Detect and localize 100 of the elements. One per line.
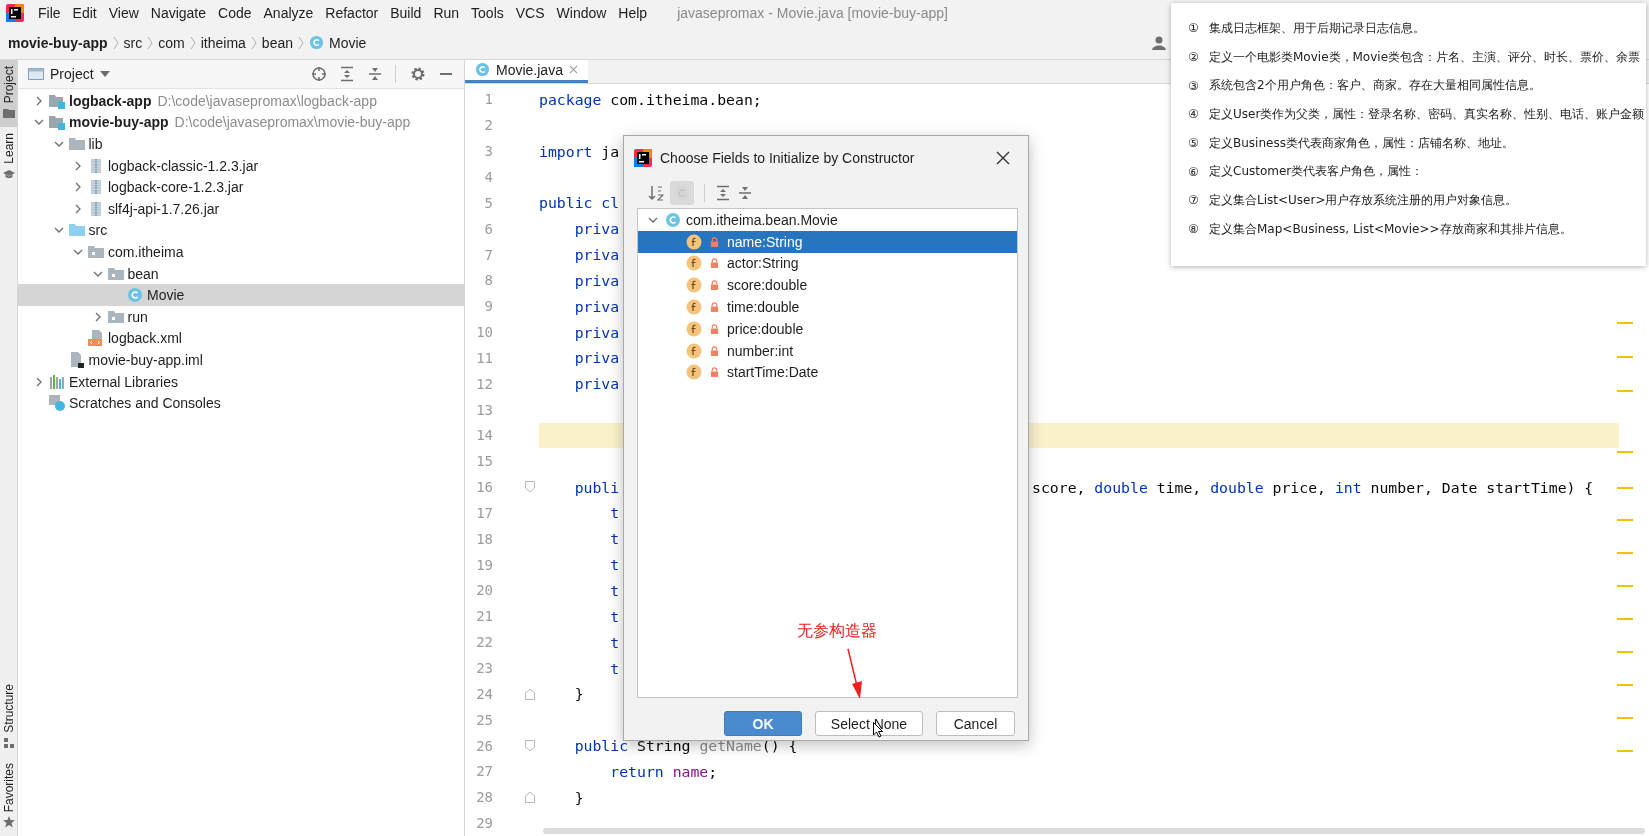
menu-item[interactable]: Run (427, 5, 466, 21)
close-icon[interactable] (996, 151, 1010, 165)
menu-item[interactable]: Build (384, 5, 428, 21)
code-text: priva (573, 375, 620, 393)
lock-icon (710, 323, 719, 334)
tool-window-tab[interactable]: Structure (0, 677, 17, 757)
jar-icon (88, 179, 104, 196)
expand-all-icon[interactable] (715, 185, 731, 201)
tree-item[interactable]: bean (18, 262, 464, 285)
dialog-button[interactable]: Select None (815, 711, 923, 736)
tree-item[interactable]: movie-buy-app D:\code\javasepromax\movie-buy-app (18, 111, 464, 134)
tree-item-label: startTime:Date (727, 364, 819, 381)
breadcrumb-item[interactable]: com (158, 34, 185, 51)
menu-item[interactable]: Navigate (144, 5, 213, 21)
menu-item[interactable]: Help (612, 5, 654, 21)
tree-item[interactable]: actor:String (638, 252, 1017, 275)
tree-item[interactable]: Scratches and Consoles (18, 392, 464, 414)
menu-item[interactable]: Code (212, 5, 258, 21)
lock-icon (710, 280, 719, 291)
menu-item[interactable]: Analyze (257, 5, 320, 21)
menu-item[interactable]: VCS (509, 5, 551, 21)
line-number: 27 (475, 763, 493, 780)
breadcrumb-item[interactable]: movie-buy-app (8, 34, 108, 51)
tree-item[interactable]: com.itheima (18, 241, 464, 263)
line-number: 15 (475, 453, 493, 470)
window-title: javasepromax - Movie.java [movie-buy-app] (677, 5, 948, 21)
code-text: priva (573, 271, 620, 289)
panel-title[interactable]: Project (50, 66, 94, 82)
tree-item[interactable]: run (18, 305, 464, 328)
breadcrumb-item[interactable]: itheima (200, 34, 246, 51)
tree-item[interactable]: slf4j-api-1.7.26.jar (18, 197, 464, 220)
tree-item-label: number:int (727, 342, 794, 359)
dropdown-icon[interactable] (99, 71, 110, 77)
tree-item[interactable]: External Libraries (18, 370, 464, 393)
module-folder-icon (49, 92, 65, 109)
tree-item[interactable]: logback-core-1.2.3.jar (18, 176, 464, 198)
tree-item[interactable]: number:int (638, 339, 1017, 362)
dialog-button[interactable]: OK (724, 711, 802, 736)
crosshair-icon[interactable] (311, 66, 327, 82)
class-filter-toggle[interactable] (670, 181, 694, 205)
menu-item[interactable]: File (32, 5, 67, 21)
tree-item-label: actor:String (727, 255, 799, 272)
tree-item[interactable]: com.itheima.bean.Movie (638, 209, 1017, 231)
scrollbar[interactable] (543, 828, 1645, 834)
breadcrumb-item[interactable]: src (123, 34, 143, 51)
tree-item[interactable]: logback-classic-1.2.3.jar (18, 154, 464, 177)
tree-item[interactable]: Movie (18, 284, 464, 306)
tree-item[interactable]: logback.xml (18, 327, 464, 350)
menu-item[interactable]: View (102, 5, 145, 21)
fold-marker-icon[interactable] (525, 481, 535, 494)
tool-window-tab[interactable]: Favorites (0, 756, 17, 836)
fold-marker-icon[interactable] (525, 687, 535, 700)
line-number: 5 (483, 194, 493, 211)
menu-item[interactable]: Window (550, 5, 613, 21)
tree-item[interactable]: src (18, 219, 464, 242)
tree-item[interactable]: startTime:Date (638, 361, 1017, 384)
line-number: 10 (475, 324, 493, 341)
note-text: 集成日志框架、用于后期记录日志信息。 (1209, 19, 1425, 37)
collapse-all-icon[interactable] (737, 185, 753, 201)
line-number: 12 (475, 375, 493, 392)
fold-marker-icon[interactable] (525, 791, 535, 804)
menu-item[interactable]: Edit (66, 5, 103, 21)
tool-window-tab[interactable]: Learn (0, 127, 17, 189)
note-text: 系统包含2个用户角色：客户、商家。存在大量相同属性信息。 (1209, 77, 1541, 95)
tree-item[interactable]: movie-buy-app.iml (18, 349, 464, 371)
tool-window-tab[interactable]: Project (0, 60, 17, 128)
menu-item[interactable]: Refactor (319, 5, 385, 21)
note-text: 定义集合Map<Business, List<Movie>>存放商家和其排片信息。 (1209, 220, 1572, 238)
class-icon (665, 211, 681, 228)
field-icon (686, 342, 702, 359)
settings-icon[interactable] (410, 66, 426, 82)
breadcrumb-item[interactable]: bean (261, 34, 293, 51)
tree-item-label: slf4j-api-1.7.26.jar (108, 200, 220, 217)
tree-item[interactable]: price:double (638, 318, 1017, 340)
expand-all-icon[interactable] (339, 66, 355, 82)
code-text: package com.itheima.bean; (539, 90, 762, 108)
tree-item[interactable]: name:String (638, 230, 1017, 253)
dialog-button[interactable]: Cancel (936, 711, 1015, 736)
note-number: ③ (1188, 78, 1200, 93)
fold-marker-icon[interactable] (525, 739, 535, 752)
line-number: 2 (483, 117, 493, 134)
line-number: 17 (475, 504, 493, 521)
tree-item[interactable]: score:double (638, 274, 1017, 297)
chevron-icon (147, 34, 154, 51)
star-icon (2, 816, 15, 828)
tree-item-label: bean (127, 265, 159, 282)
sort-icon[interactable] (648, 185, 664, 201)
tree-item-label: logback-classic-1.2.3.jar (108, 157, 259, 174)
user-icon[interactable] (1152, 34, 1168, 51)
xml-file-icon (88, 330, 104, 347)
tree-item[interactable]: lib (18, 133, 464, 155)
tree-item[interactable]: time:double (638, 296, 1017, 318)
tree-item[interactable]: logback-app D:\code\javasepromax\logback-app (18, 90, 464, 112)
collapse-all-icon[interactable] (367, 66, 383, 82)
menu-item[interactable]: Tools (465, 5, 510, 21)
module-path: D:\code\javasepromax\logback-app (157, 92, 377, 109)
breadcrumb-item[interactable]: Movie (329, 34, 367, 51)
code-text: priva (573, 297, 620, 315)
editor-tab[interactable]: Movie.java (465, 60, 588, 83)
app-logo-icon (6, 4, 24, 22)
